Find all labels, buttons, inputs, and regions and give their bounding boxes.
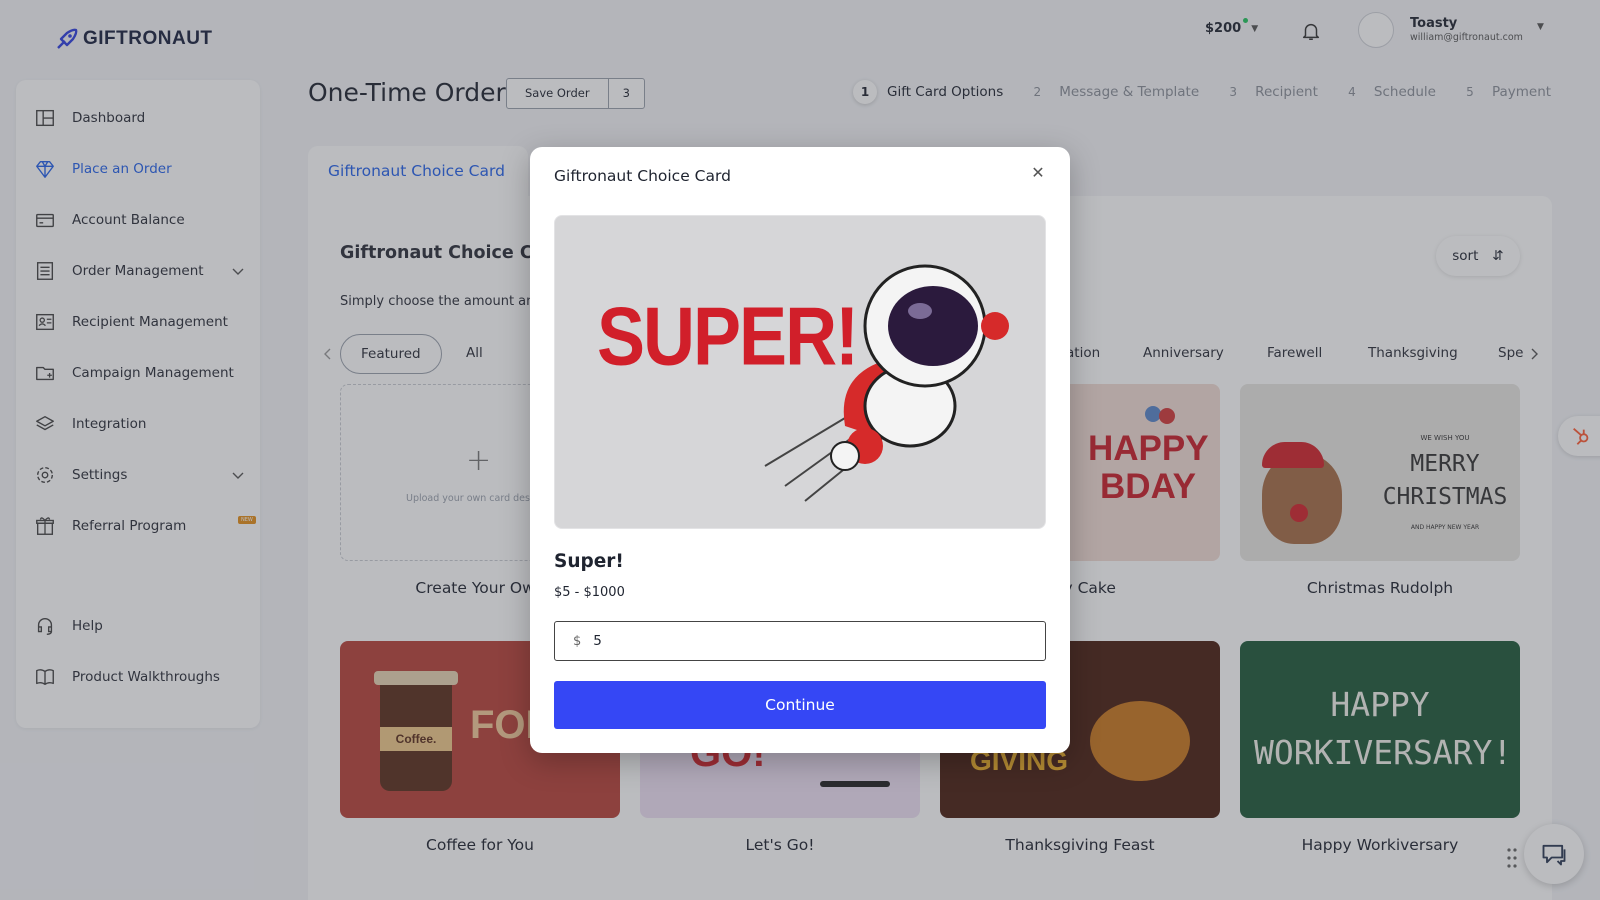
choice-card-modal: Giftronaut Choice Card ✕ SUPER! Super! $… bbox=[530, 147, 1070, 753]
modal-title: Giftronaut Choice Card bbox=[554, 167, 731, 185]
amount-range: $5 - $1000 bbox=[554, 585, 625, 600]
close-icon[interactable]: ✕ bbox=[1028, 163, 1048, 183]
currency-symbol: $ bbox=[573, 633, 582, 649]
card-preview-image: SUPER! bbox=[554, 215, 1046, 529]
amount-input[interactable] bbox=[593, 633, 1014, 649]
card-name: Super! bbox=[554, 551, 624, 572]
amount-field[interactable]: $ bbox=[554, 621, 1046, 661]
astronaut-illustration bbox=[764, 264, 1009, 502]
continue-button[interactable]: Continue bbox=[554, 681, 1046, 729]
